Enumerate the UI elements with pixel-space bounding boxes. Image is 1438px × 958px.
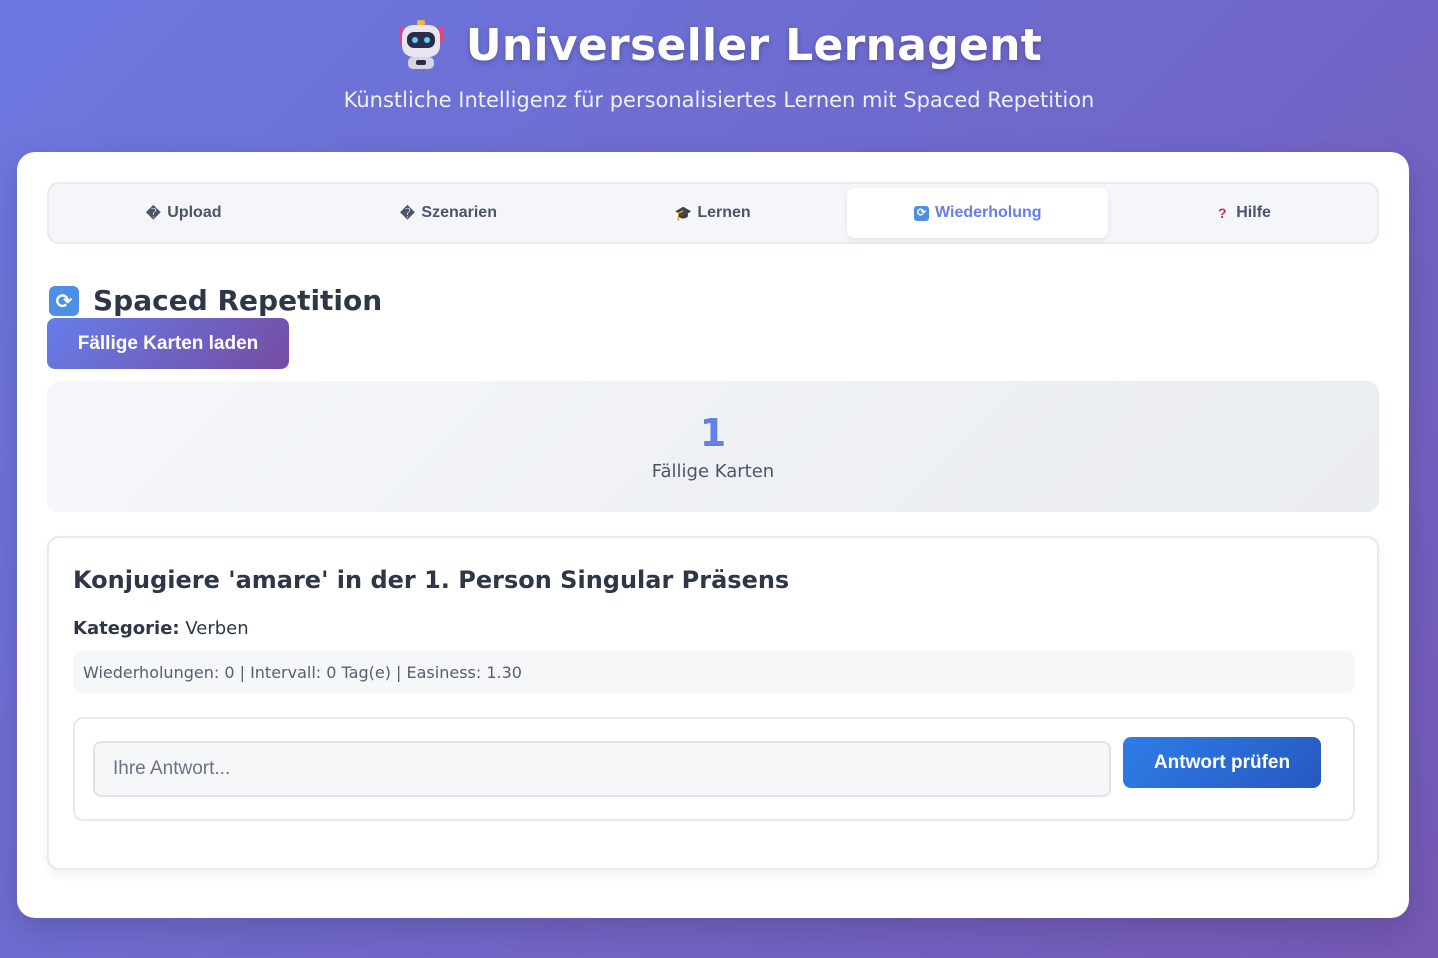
card-meta: Wiederholungen: 0 | Intervall: 0 Tag(e) … xyxy=(73,651,1355,693)
tab-label: Wiederholung xyxy=(935,204,1042,221)
tab-label: Szenarien xyxy=(421,204,497,221)
flashcard: Konjugiere 'amare' in der 1. Person Sing… xyxy=(47,536,1379,870)
category-label: Kategorie: xyxy=(73,618,180,639)
app-title: Universeller Lernagent xyxy=(465,19,1043,71)
upload-icon: � xyxy=(146,204,161,221)
tab-label: Upload xyxy=(167,204,222,221)
tab-wiederholung[interactable]: ⟳ Wiederholung xyxy=(847,188,1109,238)
answer-input[interactable] xyxy=(93,741,1111,797)
tab-hilfe[interactable]: ? Hilfe xyxy=(1112,188,1373,238)
due-cards-label: Fällige Karten xyxy=(651,461,775,482)
tab-upload[interactable]: � Upload xyxy=(53,188,314,238)
tab-bar: � Upload � Szenarien 🎓 Lernen ⟳ Wiederho… xyxy=(47,182,1379,244)
answer-area: Antwort prüfen xyxy=(73,717,1355,821)
tab-szenarien[interactable]: � Szenarien xyxy=(318,188,579,238)
category-value: Verben xyxy=(185,618,249,639)
card-question: Konjugiere 'amare' in der 1. Person Sing… xyxy=(73,566,790,594)
repeat-icon: ⟳ xyxy=(914,205,930,221)
repeat-icon: ⟳ xyxy=(49,285,79,316)
tab-label: Hilfe xyxy=(1236,204,1271,221)
page-header: Universeller Lernagent Künstliche Intell… xyxy=(0,14,1438,113)
tab-label: Lernen xyxy=(697,204,751,221)
graduation-cap-icon: 🎓 xyxy=(674,204,693,221)
main-panel: � Upload � Szenarien 🎓 Lernen ⟳ Wiederho… xyxy=(17,152,1409,918)
load-due-cards-button[interactable]: Fällige Karten laden xyxy=(47,318,289,369)
section-title-text: Spaced Repetition xyxy=(93,284,383,317)
section-heading: ⟳ Spaced Repetition xyxy=(49,284,382,317)
due-cards-stat: 1 Fällige Karten xyxy=(47,381,1379,512)
app-subtitle: Künstliche Intelligenz für personalisier… xyxy=(343,88,1095,112)
scenarios-icon: � xyxy=(400,204,415,221)
check-answer-button[interactable]: Antwort prüfen xyxy=(1123,737,1321,788)
due-cards-count: 1 xyxy=(699,411,727,455)
question-icon: ? xyxy=(1217,205,1227,221)
title-row: Universeller Lernagent xyxy=(0,14,1438,76)
card-category: Kategorie: Verben xyxy=(73,618,249,639)
tab-lernen[interactable]: 🎓 Lernen xyxy=(583,188,844,238)
robot-icon xyxy=(396,19,446,71)
